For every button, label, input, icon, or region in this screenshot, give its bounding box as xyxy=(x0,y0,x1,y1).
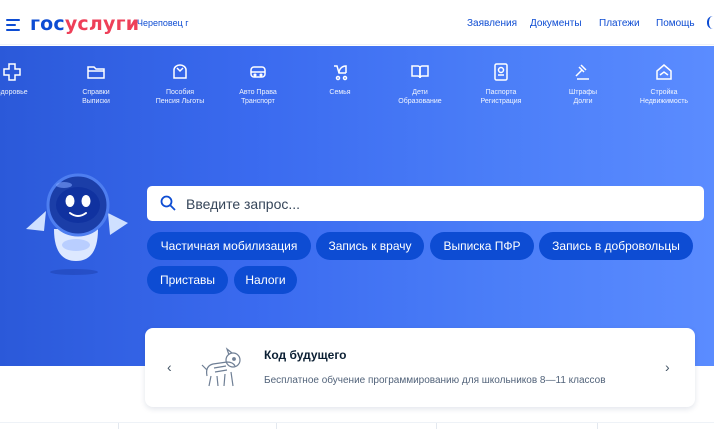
category-health[interactable]: Здоровье xyxy=(0,62,52,97)
category-passports[interactable]: Паспорта Регистрация xyxy=(461,62,541,106)
category-label: Авто Права Транспорт xyxy=(239,89,277,105)
chip-volunteers[interactable]: Запись в добровольцы xyxy=(539,232,693,260)
category-certificates[interactable]: Справки Выписки xyxy=(56,62,136,106)
logo-part-gos: гос xyxy=(30,13,65,35)
category-label: Стройка Недвижимость xyxy=(639,89,689,105)
search-icon xyxy=(160,195,176,211)
stroller-icon xyxy=(334,65,348,81)
hero-section: Здоровье Справки Выписки Пособия Пенсия … xyxy=(0,46,714,366)
category-construction[interactable]: Стройка Недвижимость xyxy=(624,62,704,106)
logo-part-uslugi: услуги xyxy=(64,13,140,35)
robot-assistant-icon[interactable] xyxy=(24,161,136,281)
car-icon xyxy=(250,66,266,78)
chip-mobilization[interactable]: Частичная мобилизация xyxy=(147,232,311,260)
category-label: Справки Выписки xyxy=(82,89,110,105)
promo-text: Бесплатное обучение программированию для… xyxy=(264,375,606,386)
category-label: Здоровье xyxy=(0,89,28,96)
promo-carousel[interactable]: ‹ Код будущего Бесплатное обучение прогр… xyxy=(145,328,695,407)
category-benefits[interactable]: Пособия Пенсия Льготы xyxy=(140,62,220,106)
search-input[interactable]: Введите запрос... xyxy=(147,186,704,221)
footer-divider xyxy=(0,422,714,429)
search-placeholder: Введите запрос... xyxy=(186,196,301,212)
category-label: Семья xyxy=(329,89,351,96)
promo-title: Код будущего xyxy=(264,348,347,362)
book-icon xyxy=(411,65,429,79)
folder-icon xyxy=(87,66,105,79)
nav-applications[interactable]: Заявления xyxy=(467,18,517,29)
nav-documents[interactable]: Документы xyxy=(530,18,582,29)
nav-help[interactable]: Помощь xyxy=(656,18,695,29)
gosuslugi-logo[interactable]: госуслуги xyxy=(30,13,139,35)
passport-icon xyxy=(494,63,508,81)
house-icon xyxy=(656,64,672,80)
top-header: госуслуги Череповец г Заявления Документ… xyxy=(0,0,714,45)
chip-pfr[interactable]: Выписка ПФР xyxy=(430,232,534,260)
chip-bailiffs[interactable]: Приставы xyxy=(147,266,228,294)
category-children[interactable]: Дети Образование xyxy=(380,62,460,106)
city-selector[interactable]: Череповец г xyxy=(137,18,189,28)
profile-icon[interactable] xyxy=(707,16,714,29)
category-label: Штрафы Долги xyxy=(568,89,598,105)
robot-dog-icon xyxy=(201,347,241,387)
category-label: Паспорта Регистрация xyxy=(480,89,522,105)
category-label: Дети Образование xyxy=(398,89,442,105)
category-auto[interactable]: Авто Права Транспорт xyxy=(218,62,298,106)
chip-doctor[interactable]: Запись к врачу xyxy=(316,232,424,260)
category-fines[interactable]: Штрафы Долги xyxy=(543,62,623,106)
nav-payments[interactable]: Платежи xyxy=(599,18,640,29)
chip-taxes[interactable]: Налоги xyxy=(234,266,297,294)
wallet-icon xyxy=(173,64,187,79)
gavel-icon xyxy=(575,64,589,80)
category-label: Пособия Пенсия Льготы xyxy=(155,89,205,105)
category-family[interactable]: Семья xyxy=(300,62,380,97)
carousel-prev-button[interactable]: ‹ xyxy=(167,359,172,375)
menu-icon[interactable] xyxy=(6,19,20,31)
health-icon xyxy=(3,63,21,81)
carousel-next-button[interactable]: › xyxy=(665,359,670,375)
